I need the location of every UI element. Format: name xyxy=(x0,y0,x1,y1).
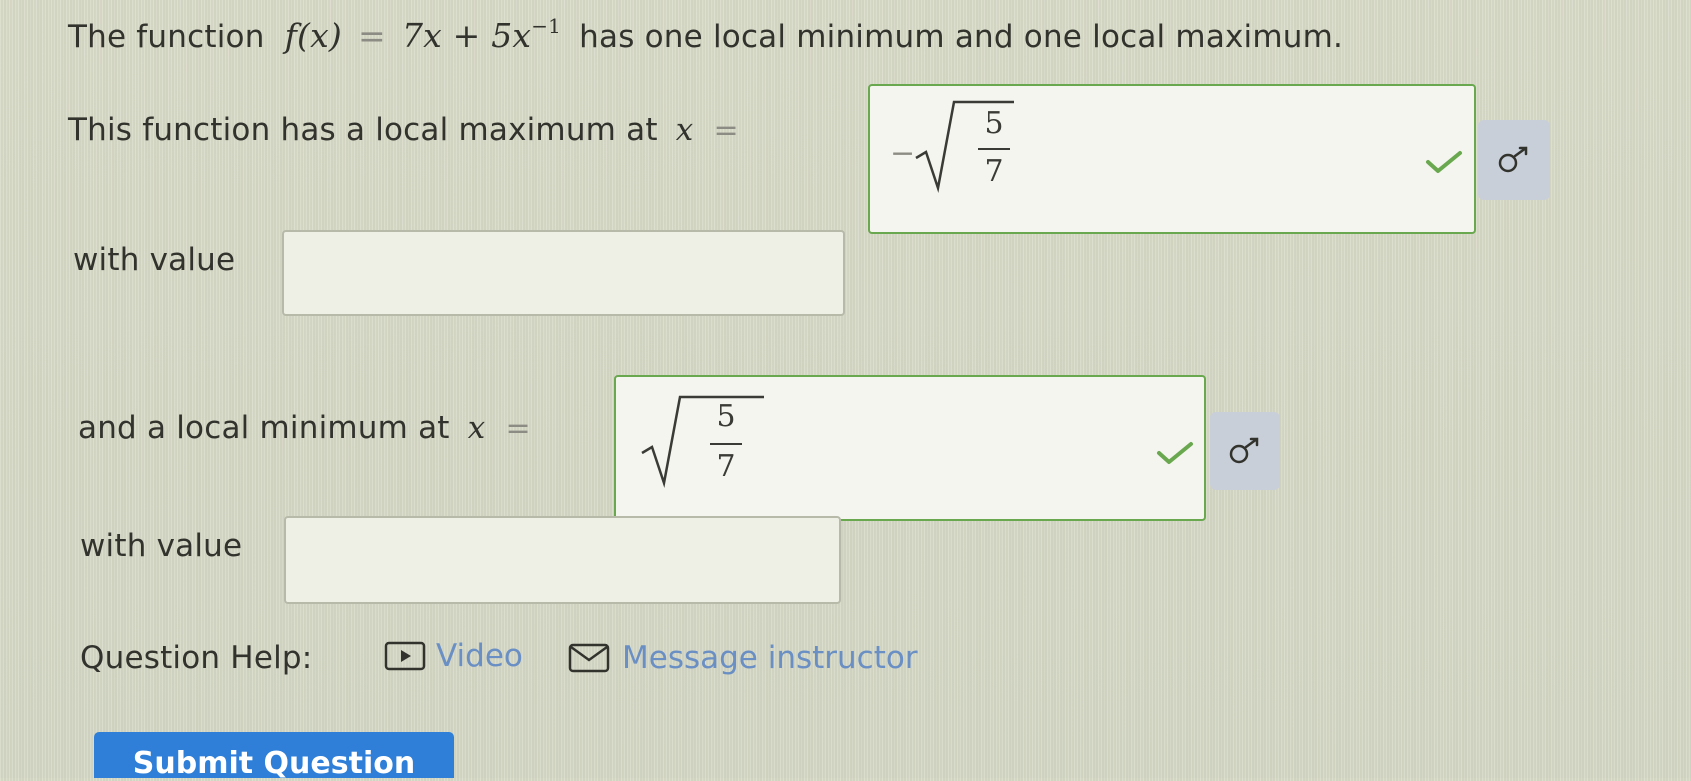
message-instructor-link[interactable]: Message instructor xyxy=(568,640,918,676)
local-min-label: and a local minimum at xyxy=(78,410,450,446)
local-max-answer-denominator: 7 xyxy=(984,154,1004,189)
preview-icon xyxy=(1229,437,1259,464)
function-exponent: −1 xyxy=(531,14,562,38)
local-min-answer-denominator: 7 xyxy=(716,449,736,484)
local-min-sqrt-symbol xyxy=(641,395,764,488)
local-max-fraction-bar xyxy=(978,148,1010,150)
local-max-label-row: This function has a local maximum at x = xyxy=(68,112,739,148)
submit-question-button[interactable]: Submit Question xyxy=(94,732,454,781)
local-min-fraction-bar xyxy=(710,443,742,445)
function-equals: = xyxy=(358,16,386,55)
question-help-label: Question Help: xyxy=(80,640,313,676)
local-min-answer-numerator: 5 xyxy=(716,399,736,434)
local-max-value-label: with value xyxy=(73,242,236,278)
mail-icon xyxy=(568,643,610,673)
local-min-x-answer-box[interactable]: 5 7 xyxy=(614,375,1206,521)
question-statement: The function f(x) = 7x + 5x−1 has one lo… xyxy=(68,14,1343,55)
local-min-preview-button[interactable] xyxy=(1210,412,1280,490)
local-min-equals: = xyxy=(505,411,531,446)
submit-question-label: Submit Question xyxy=(132,746,416,781)
function-lhs: f(x) xyxy=(284,16,342,55)
message-instructor-label[interactable]: Message instructor xyxy=(622,640,918,676)
local-min-variable: x xyxy=(467,410,486,446)
local-max-x-answer-box[interactable]: − 5 7 xyxy=(868,84,1476,234)
local-max-preview-button[interactable] xyxy=(1478,120,1550,200)
check-icon xyxy=(1157,442,1193,464)
local-max-answer-numerator: 5 xyxy=(984,106,1004,141)
video-link-label[interactable]: Video xyxy=(436,638,523,674)
local-min-value-input[interactable] xyxy=(284,516,841,604)
preview-icon xyxy=(1498,146,1528,173)
video-link[interactable]: Video xyxy=(384,638,523,674)
local-min-value-label: with value xyxy=(80,528,243,564)
local-max-label: This function has a local maximum at xyxy=(68,112,658,148)
function-rhs: 7x + 5x xyxy=(401,16,532,55)
question-intro-before: The function xyxy=(68,19,265,55)
video-icon xyxy=(384,641,426,671)
local-max-answer-sign: − xyxy=(890,136,916,171)
check-icon xyxy=(1426,151,1462,173)
local-min-label-row: and a local minimum at x = xyxy=(78,410,531,446)
local-max-value-input[interactable] xyxy=(282,230,845,316)
local-max-variable: x xyxy=(675,112,694,148)
local-max-equals: = xyxy=(713,113,739,148)
question-intro-after: has one local minimum and one local maxi… xyxy=(579,19,1344,55)
